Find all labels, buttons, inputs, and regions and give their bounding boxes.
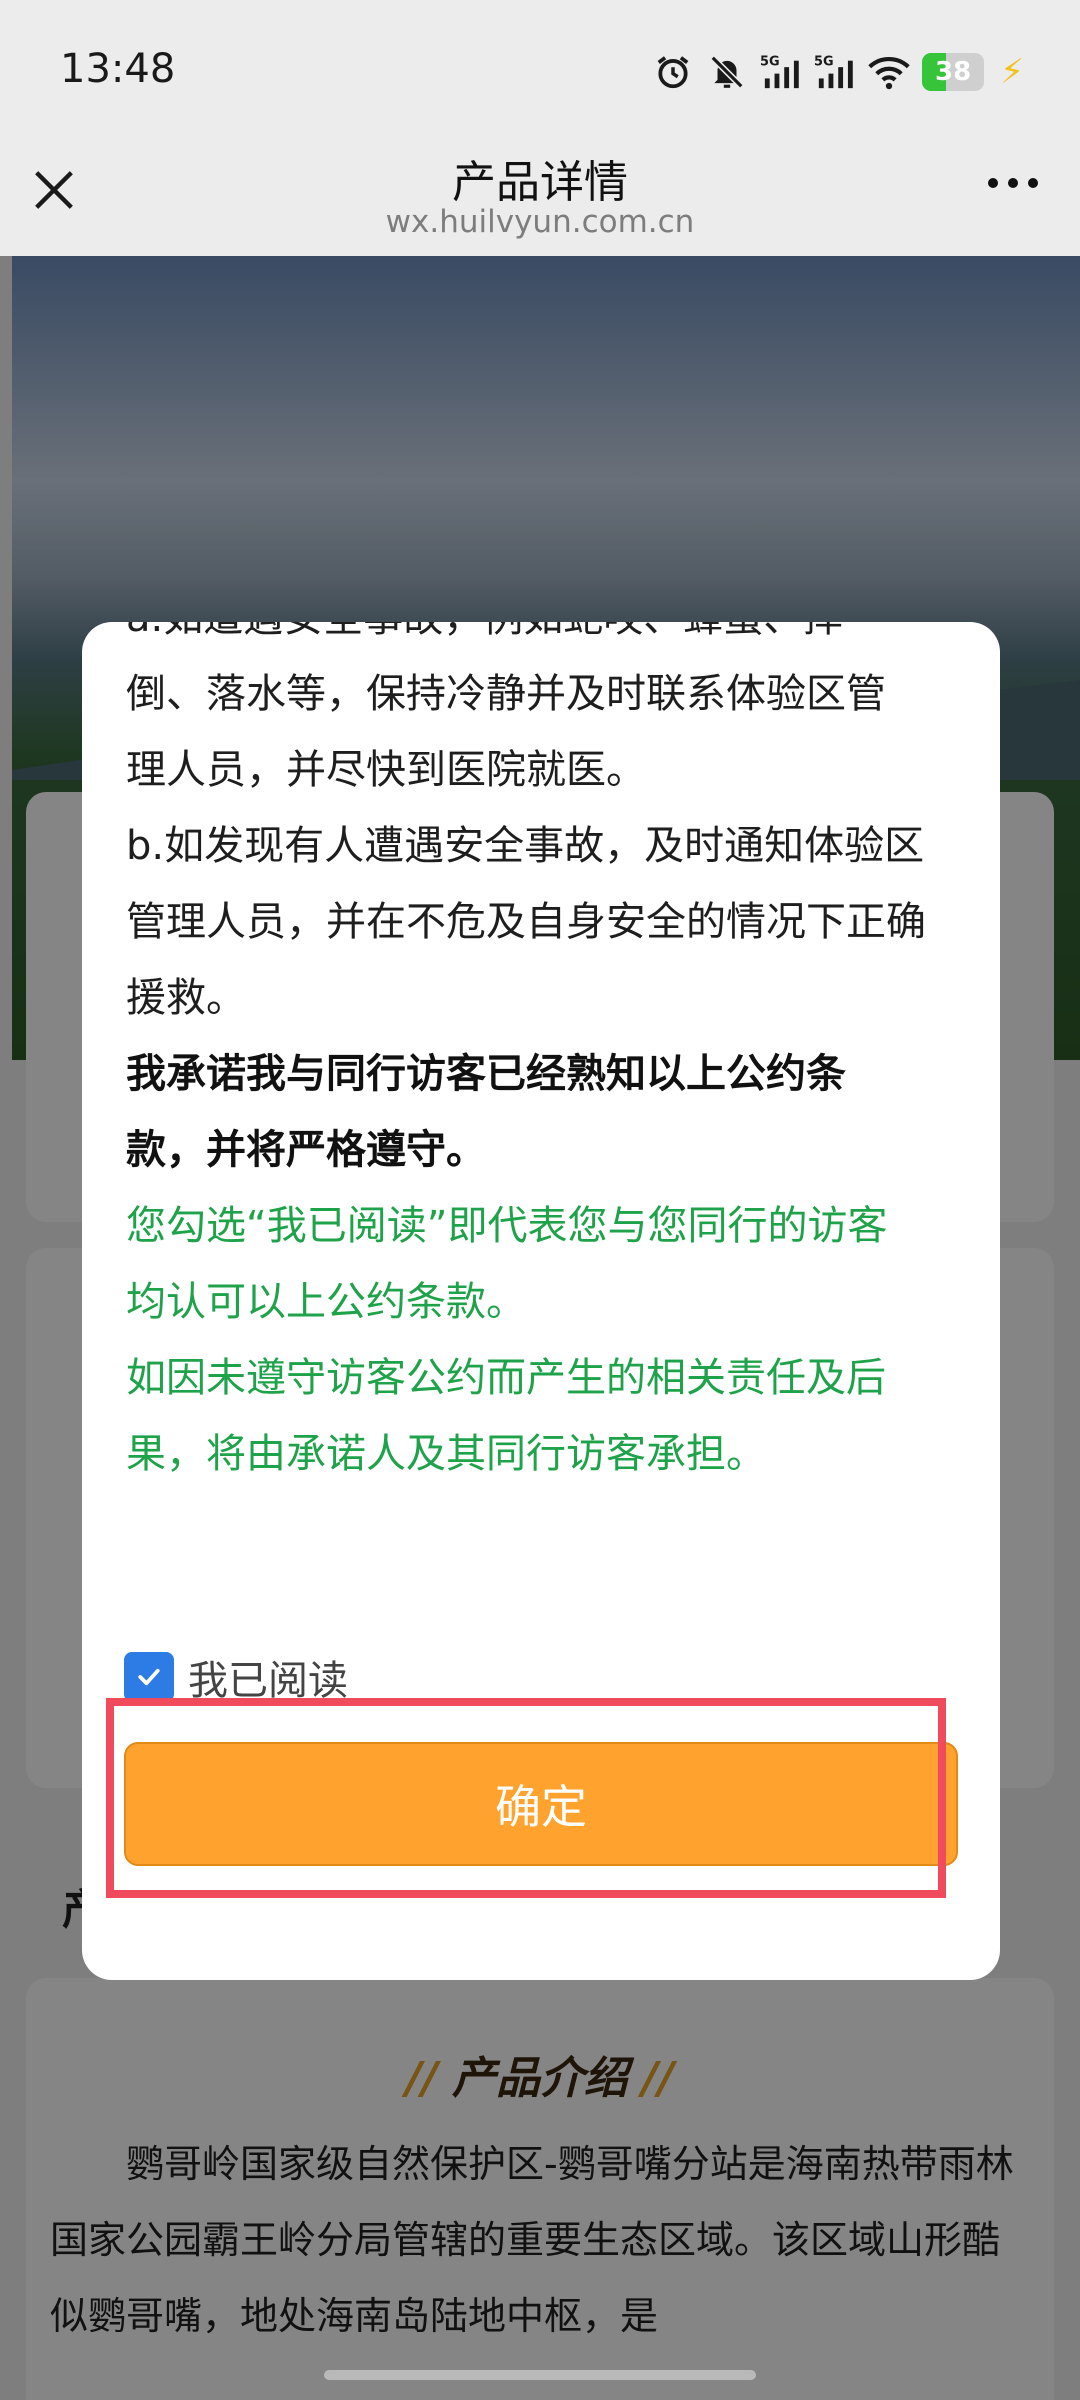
notice-line: 果，将由承诺人及其同行访客承担。 — [126, 1431, 766, 1477]
mute-bell-icon — [706, 51, 748, 93]
read-checkbox[interactable] — [124, 1652, 174, 1702]
commitment-line: 我承诺我与同行访客已经熟知以上公约条 — [126, 1051, 846, 1097]
battery-icon: 38 — [922, 53, 985, 91]
home-indicator[interactable] — [324, 2370, 756, 2380]
svg-text:5G: 5G — [814, 55, 834, 70]
wifi-icon — [868, 51, 910, 93]
agreement-scroll-area[interactable]: a.如遭遇安全事故，例如蛇咬、蜂蜇、摔 倒、落水等，保持冷静并及时联系体验区管 … — [126, 622, 956, 1552]
visitor-agreement-modal: a.如遭遇安全事故，例如蛇咬、蜂蜇、摔 倒、落水等，保持冷静并及时联系体验区管 … — [82, 622, 1000, 1980]
commitment-line: 款，并将严格遵守。 — [126, 1127, 486, 1173]
checkmark-icon — [138, 1668, 160, 1686]
agreement-line: 理人员，并尽快到医院就医。 — [126, 747, 646, 793]
agreement-line: b.如发现有人遭遇安全事故，及时通知体验区 — [126, 823, 925, 869]
notice-line: 您勾选“我已阅读”即代表您与您同行的访客 — [126, 1203, 888, 1249]
svg-text:5G: 5G — [760, 55, 780, 70]
page-title: 产品详情 — [452, 157, 628, 208]
status-bar: 13:48 5G 5G 38 ⚡ — [0, 0, 1080, 128]
battery-level: 38 — [935, 57, 972, 87]
signal-5g-icon: 5G — [814, 51, 856, 93]
nav-bar: 产品详情 wx.huilvyun.com.cn — [0, 128, 1080, 256]
read-checkbox-label: 我已阅读 — [188, 1658, 348, 1704]
agreement-line: 管理人员，并在不危及自身安全的情况下正确 — [126, 899, 926, 945]
agreement-line: 援救。 — [126, 975, 246, 1021]
page-url: wx.huilvyun.com.cn — [385, 204, 695, 240]
status-icons: 5G 5G 38 ⚡ — [652, 50, 1024, 94]
agreement-line: 倒、落水等，保持冷静并及时联系体验区管 — [126, 671, 886, 717]
signal-5g-icon: 5G — [760, 51, 802, 93]
notice-line: 均认可以上公约条款。 — [126, 1279, 526, 1325]
agreement-line: a.如遭遇安全事故，例如蛇咬、蜂蜇、摔 — [126, 622, 956, 656]
charging-bolt-icon: ⚡ — [1000, 52, 1024, 92]
confirm-button[interactable]: 确定 — [124, 1742, 958, 1866]
read-confirm-row[interactable]: 我已阅读 — [124, 1648, 348, 1706]
notice-line: 如因未遵守访客公约而产生的相关责任及后 — [126, 1355, 886, 1401]
alarm-icon — [652, 51, 694, 93]
status-time: 13:48 — [60, 46, 176, 92]
more-options-icon[interactable] — [988, 178, 1038, 188]
